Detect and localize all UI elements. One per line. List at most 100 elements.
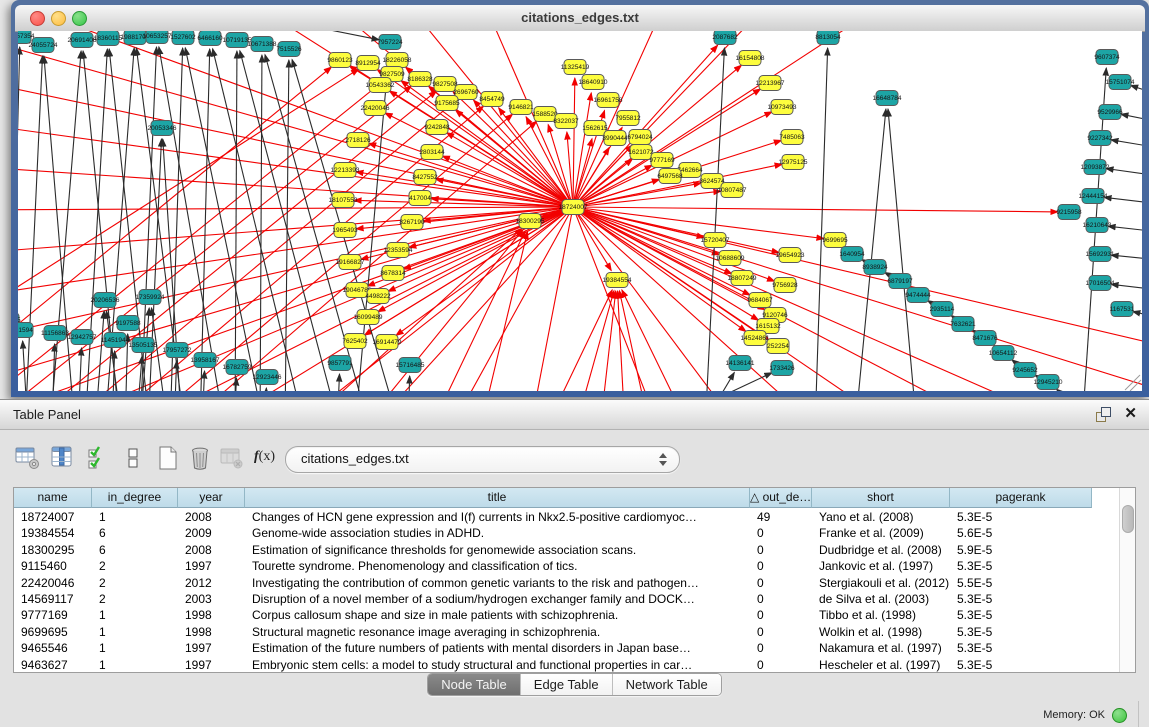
table-settings-icon[interactable] <box>14 444 42 472</box>
table-cell[interactable]: Hescheler et al. (1997) <box>812 657 950 673</box>
table-cell[interactable]: Dudbridge et al. (2008) <box>812 542 950 558</box>
table-cell[interactable]: Embryonic stem cells: a model to study s… <box>245 657 750 673</box>
table-cell[interactable]: Changes of HCN gene expression and I(f) … <box>245 509 750 525</box>
graph-node[interactable]: 9860123 <box>327 53 353 68</box>
graph-node[interactable]: 9699695 <box>822 233 848 248</box>
float-panel-icon[interactable] <box>1096 407 1111 422</box>
table-row[interactable]: 911546021997Tourette syndrome. Phenomeno… <box>14 558 1120 574</box>
graph-node[interactable]: 16914479 <box>373 335 402 350</box>
table-cell[interactable]: Corpus callosum shape and size in male p… <box>245 607 750 623</box>
column-header-year[interactable]: year <box>178 488 245 508</box>
table-cell[interactable]: Franke et al. (2009) <box>812 525 950 541</box>
graph-node[interactable]: 16782759 <box>223 360 252 375</box>
table-cell[interactable]: Nakamura et al. (1997) <box>812 640 950 656</box>
table-cell[interactable]: 2008 <box>178 542 245 558</box>
table-cell[interactable]: Wolkin et al. (1998) <box>812 624 950 640</box>
table-cell[interactable]: 9777169 <box>14 607 92 623</box>
table-cell[interactable]: 5.6E-5 <box>950 525 1092 541</box>
graph-node[interactable]: 8322037 <box>553 114 579 129</box>
graph-node[interactable]: 16648784 <box>873 91 902 106</box>
row-height-icon[interactable] <box>120 444 148 472</box>
table-cell[interactable]: 14569117 <box>14 591 92 607</box>
graph-node[interactable]: 16961758 <box>594 93 623 108</box>
table-cell[interactable]: 1 <box>92 509 178 525</box>
table-cell[interactable]: 49 <box>750 509 812 525</box>
graph-node[interactable]: 16099489 <box>354 310 383 325</box>
graph-node[interactable]: 12945210 <box>1034 375 1063 390</box>
table-cell[interactable]: 9463627 <box>14 657 92 673</box>
graph-node[interactable]: 17016504 <box>1086 276 1115 291</box>
graph-node[interactable]: 9245652 <box>1012 363 1038 378</box>
graph-node[interactable]: 19384554 <box>603 273 632 288</box>
table-cell[interactable]: 2009 <box>178 525 245 541</box>
table-cell[interactable]: 18724007 <box>14 509 92 525</box>
graph-node[interactable]: 9756928 <box>772 278 798 293</box>
table-cell[interactable]: 5.3E-5 <box>950 607 1092 623</box>
table-row[interactable]: 977716911998Corpus callosum shape and si… <box>14 607 1120 623</box>
graph-node[interactable]: 12213967 <box>756 76 785 91</box>
column-header-name[interactable]: name <box>14 488 92 508</box>
table-cell[interactable]: 1 <box>92 640 178 656</box>
table-cell[interactable]: 1 <box>92 624 178 640</box>
table-cell[interactable]: 1997 <box>178 657 245 673</box>
graph-node[interactable]: 15716485 <box>396 358 425 373</box>
table-cell[interactable]: 9115460 <box>14 558 92 574</box>
graph-node[interactable]: 6879197 <box>887 274 913 289</box>
table-cell[interactable]: 2012 <box>178 575 245 591</box>
graph-node[interactable]: 17957272 <box>163 343 192 358</box>
graph-node[interactable]: 1965493 <box>332 223 358 238</box>
graph-node[interactable]: 14136141 <box>726 356 755 371</box>
graph-node[interactable]: 18300295 <box>516 214 545 229</box>
table-cell[interactable]: Investigating the contribution of common… <box>245 575 750 591</box>
table-cell[interactable]: 2 <box>92 591 178 607</box>
table-cell[interactable]: 0 <box>750 542 812 558</box>
table-cell[interactable]: 2 <box>92 575 178 591</box>
graph-node[interactable]: 8990444 <box>602 131 628 146</box>
graph-node[interactable]: 9529966 <box>1097 105 1123 120</box>
graph-node[interactable]: 20206536 <box>91 293 120 308</box>
graph-node[interactable]: 252254 <box>767 339 789 354</box>
table-cell[interactable]: 0 <box>750 591 812 607</box>
table-cell[interactable]: Structural magnetic resonance image aver… <box>245 624 750 640</box>
table-cell[interactable]: 0 <box>750 575 812 591</box>
graph-node[interactable]: 417004 <box>409 191 431 206</box>
column-visibility-icon[interactable] <box>49 444 77 472</box>
table-cell[interactable]: 19384554 <box>14 525 92 541</box>
table-cell[interactable]: Estimation of the future numbers of pati… <box>245 640 750 656</box>
table-cell[interactable]: 2003 <box>178 591 245 607</box>
column-checklist-icon[interactable] <box>85 444 113 472</box>
table-cell[interactable]: Tibbo et al. (1998) <box>812 607 950 623</box>
table-cell[interactable]: 5.3E-5 <box>950 591 1092 607</box>
table-cell[interactable]: 5.9E-5 <box>950 542 1092 558</box>
graph-node[interactable]: 8186328 <box>407 72 433 87</box>
table-cell[interactable]: Genome-wide association studies in ADHD. <box>245 525 750 541</box>
graph-node[interactable]: 16210643 <box>1083 218 1112 233</box>
graph-node[interactable]: 9197588 <box>115 316 141 331</box>
graph-node[interactable]: 11451944 <box>101 333 130 348</box>
close-panel-icon[interactable]: ✕ <box>1124 404 1137 422</box>
graph-node[interactable]: 391594 <box>18 323 33 338</box>
graph-node[interactable]: 12942757 <box>68 330 97 345</box>
table-cell[interactable]: 1997 <box>178 558 245 574</box>
column-header-short[interactable]: short <box>812 488 950 508</box>
graph-node[interactable]: 2718126 <box>345 133 371 148</box>
table-cell[interactable]: de Silva et al. (2003) <box>812 591 950 607</box>
graph-node[interactable]: 8813054 <box>815 31 841 45</box>
table-cell[interactable]: 5.5E-5 <box>950 575 1092 591</box>
table-row[interactable]: 1938455462009Genome-wide association stu… <box>14 525 1120 541</box>
graph-node[interactable]: 1167531 <box>1110 302 1135 317</box>
graph-node[interactable]: 8267190 <box>399 215 425 230</box>
graph-node[interactable]: 2935114 <box>930 302 955 317</box>
column-header-title[interactable]: title <box>245 488 750 508</box>
table-cell[interactable]: 0 <box>750 657 812 673</box>
table-cell[interactable]: 2008 <box>178 509 245 525</box>
graph-node[interactable]: 10654112 <box>989 346 1018 361</box>
table-cell[interactable]: 0 <box>750 607 812 623</box>
graph-node[interactable]: 10653257 <box>143 31 172 44</box>
table-vertical-scrollbar[interactable] <box>1119 488 1135 672</box>
table-cell[interactable]: 1 <box>92 607 178 623</box>
graph-node[interactable]: 18807249 <box>728 271 757 286</box>
graph-node[interactable]: 12353594 <box>384 243 413 258</box>
table-cell[interactable]: Tourette syndrome. Phenomenology and cla… <box>245 558 750 574</box>
graph-node[interactable]: 22420046 <box>361 101 390 116</box>
